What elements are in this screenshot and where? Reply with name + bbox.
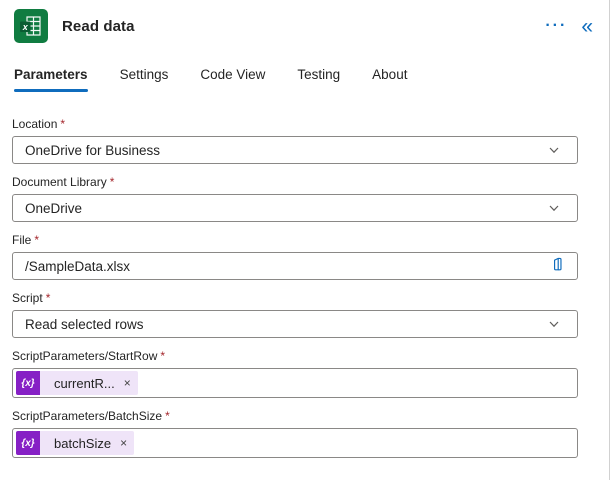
action-configuration-panel: x Read data ··· « Parameters Settings Co… xyxy=(0,0,610,480)
more-options-button[interactable]: ··· xyxy=(541,16,571,36)
field-location: Location* OneDrive for Business xyxy=(12,117,578,164)
token-label: currentR... xyxy=(54,376,115,391)
tab-code-view[interactable]: Code View xyxy=(198,67,267,92)
file-input[interactable]: /SampleData.xlsx xyxy=(12,252,578,280)
batchsize-token-input[interactable]: {x} batchSize × xyxy=(12,428,578,458)
tab-bar: Parameters Settings Code View Testing Ab… xyxy=(0,67,609,92)
script-dropdown[interactable]: Read selected rows xyxy=(12,310,578,338)
document-library-dropdown[interactable]: OneDrive xyxy=(12,194,578,222)
field-document-library: Document Library* OneDrive xyxy=(12,175,578,222)
token-remove-icon[interactable]: × xyxy=(124,377,131,389)
field-script: Script* Read selected rows xyxy=(12,291,578,338)
panel-header: x Read data ··· « xyxy=(0,0,609,43)
required-marker: * xyxy=(110,175,115,189)
startrow-token-input[interactable]: {x} currentR... × xyxy=(12,368,578,398)
parameters-form: Location* OneDrive for Business Document… xyxy=(12,117,578,458)
token-label: batchSize xyxy=(54,436,111,451)
tab-about[interactable]: About xyxy=(370,67,409,92)
active-tab-underline xyxy=(14,89,88,92)
field-label: Document Library* xyxy=(12,175,578,189)
file-picker-button[interactable] xyxy=(546,256,567,276)
location-dropdown[interactable]: OneDrive for Business xyxy=(12,136,578,164)
tab-parameters[interactable]: Parameters xyxy=(12,67,90,92)
chevron-down-icon xyxy=(547,201,561,215)
tab-settings[interactable]: Settings xyxy=(118,67,171,92)
panel-title: Read data xyxy=(62,18,541,35)
ellipsis-icon: ··· xyxy=(545,17,567,34)
excel-icon: x xyxy=(14,9,48,43)
dropdown-value: OneDrive for Business xyxy=(25,143,547,158)
field-label: ScriptParameters/BatchSize* xyxy=(12,409,578,423)
expression-fx-icon: {x} xyxy=(16,431,40,455)
token-remove-icon[interactable]: × xyxy=(120,437,127,449)
svg-text:x: x xyxy=(22,22,29,32)
required-marker: * xyxy=(60,117,65,131)
field-label: Location* xyxy=(12,117,578,131)
tab-testing[interactable]: Testing xyxy=(295,67,342,92)
dropdown-value: OneDrive xyxy=(25,201,547,216)
collapse-panel-button[interactable]: « xyxy=(577,14,597,39)
required-marker: * xyxy=(34,233,39,247)
field-scriptparameters-batchsize: ScriptParameters/BatchSize* {x} batchSiz… xyxy=(12,409,578,458)
required-marker: * xyxy=(165,409,170,423)
field-scriptparameters-startrow: ScriptParameters/StartRow* {x} currentR.… xyxy=(12,349,578,398)
file-value: /SampleData.xlsx xyxy=(25,259,546,274)
chevron-down-icon xyxy=(547,317,561,331)
field-label: File* xyxy=(12,233,578,247)
field-label: Script* xyxy=(12,291,578,305)
chevron-down-icon xyxy=(547,143,561,157)
field-file: File* /SampleData.xlsx xyxy=(12,233,578,280)
dynamic-content-token[interactable]: {x} batchSize × xyxy=(16,431,134,455)
dropdown-value: Read selected rows xyxy=(25,317,547,332)
double-chevron-left-icon: « xyxy=(581,15,593,38)
field-label: ScriptParameters/StartRow* xyxy=(12,349,578,363)
dynamic-content-token[interactable]: {x} currentR... × xyxy=(16,371,138,395)
required-marker: * xyxy=(160,349,165,363)
file-picker-icon xyxy=(548,256,565,276)
header-actions: ··· « xyxy=(541,14,597,39)
expression-fx-icon: {x} xyxy=(16,371,40,395)
required-marker: * xyxy=(46,291,51,305)
